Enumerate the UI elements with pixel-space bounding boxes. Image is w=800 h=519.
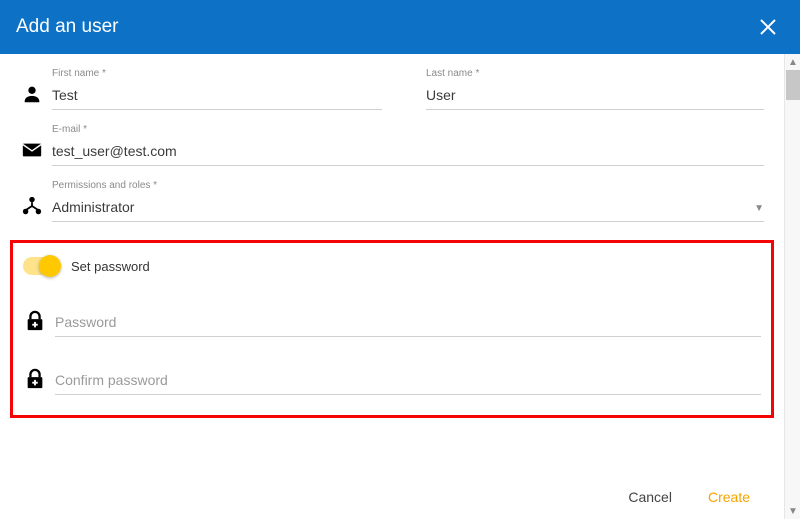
create-button[interactable]: Create bbox=[698, 483, 760, 511]
confirm-password-field-row bbox=[23, 367, 761, 395]
dialog-footer: Cancel Create bbox=[0, 475, 784, 519]
close-icon bbox=[759, 18, 777, 36]
first-name-input[interactable] bbox=[52, 83, 382, 110]
password-input[interactable] bbox=[55, 310, 761, 337]
confirm-password-input[interactable] bbox=[55, 368, 761, 395]
email-label: E-mail * bbox=[52, 124, 764, 135]
permissions-label: Permissions and roles * bbox=[52, 180, 764, 191]
password-field-row bbox=[23, 309, 761, 337]
first-name-label: First name * bbox=[52, 68, 382, 79]
last-name-field-row: Last name * bbox=[402, 68, 764, 110]
scrollbar[interactable]: ▲ ▼ bbox=[784, 54, 800, 519]
last-name-input[interactable] bbox=[426, 83, 764, 110]
mail-icon bbox=[20, 138, 44, 162]
last-name-label: Last name * bbox=[426, 68, 764, 79]
dialog-title: Add an user bbox=[16, 16, 118, 38]
permissions-field-row: Permissions and roles * ▼ bbox=[20, 180, 764, 222]
password-section-highlight: Set password bbox=[10, 240, 774, 418]
email-input[interactable] bbox=[52, 139, 764, 166]
dialog-header: Add an user bbox=[0, 0, 800, 54]
set-password-label: Set password bbox=[71, 259, 150, 274]
add-user-form: First name * Last name * bbox=[0, 68, 784, 222]
scroll-thumb[interactable] bbox=[786, 70, 800, 100]
dialog-content: First name * Last name * bbox=[0, 54, 800, 519]
scroll-down-arrow-icon[interactable]: ▼ bbox=[785, 503, 800, 519]
toggle-knob bbox=[39, 255, 61, 277]
lock-plus-icon bbox=[23, 367, 47, 391]
close-button[interactable] bbox=[752, 11, 784, 43]
set-password-row: Set password bbox=[23, 257, 761, 275]
roles-icon bbox=[20, 194, 44, 218]
permissions-select[interactable] bbox=[52, 195, 764, 222]
cancel-button[interactable]: Cancel bbox=[618, 483, 682, 511]
first-name-field-row: First name * bbox=[20, 68, 382, 110]
email-field-row: E-mail * bbox=[20, 124, 764, 166]
set-password-toggle[interactable] bbox=[23, 257, 59, 275]
lock-plus-icon bbox=[23, 309, 47, 333]
scroll-up-arrow-icon[interactable]: ▲ bbox=[785, 54, 800, 70]
person-icon bbox=[20, 82, 44, 106]
